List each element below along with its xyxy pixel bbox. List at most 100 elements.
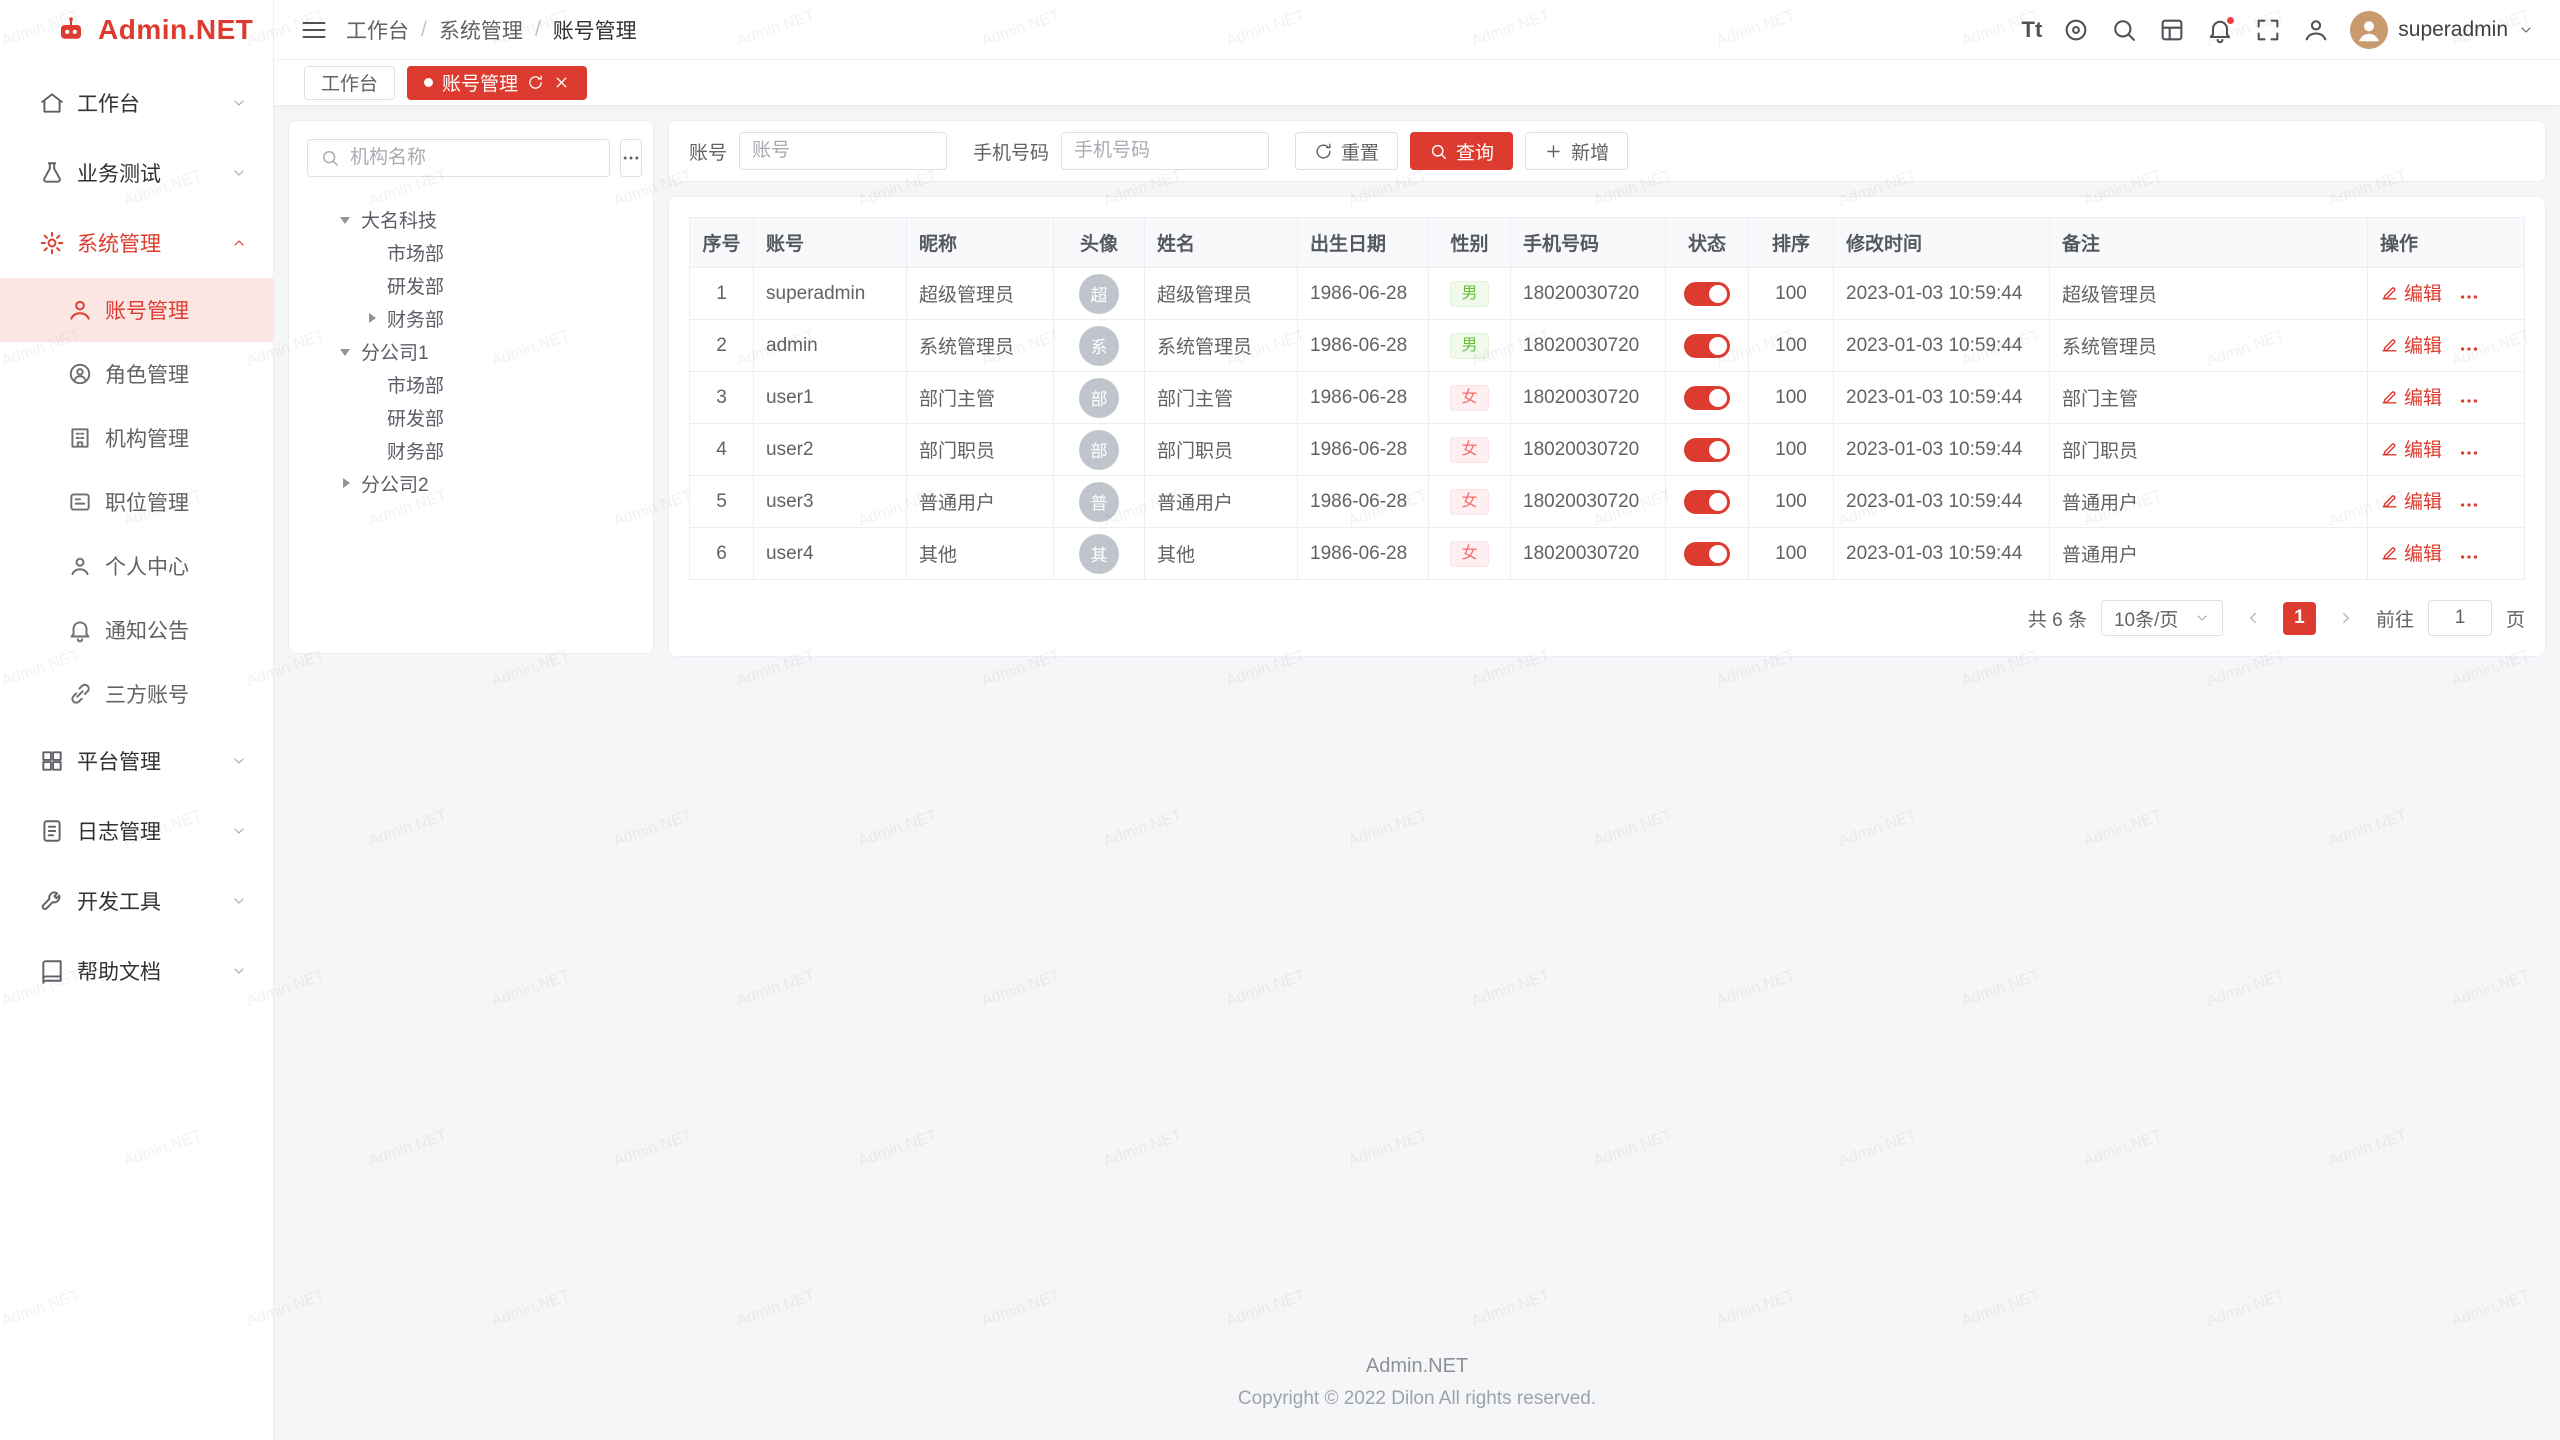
tree-node[interactable]: 分公司1 xyxy=(307,335,635,368)
tab-account-management[interactable]: 账号管理 xyxy=(407,66,587,100)
status-toggle[interactable] xyxy=(1684,542,1730,566)
breadcrumb-item[interactable]: 系统管理 xyxy=(439,15,523,45)
app-logo[interactable]: Admin.NET xyxy=(0,0,273,60)
cell-avatar-wrap: 部 xyxy=(1054,424,1145,476)
sidebar-item-account-management[interactable]: 账号管理 xyxy=(0,278,273,342)
bell-icon[interactable] xyxy=(2206,16,2234,44)
edit-button[interactable]: 编辑 xyxy=(2380,331,2442,358)
fullscreen-icon[interactable] xyxy=(2254,16,2282,44)
tree-node[interactable]: 分公司2 xyxy=(307,467,635,500)
tree-node[interactable]: 研发部 xyxy=(307,401,635,434)
gender-tag: 女 xyxy=(1450,489,1488,515)
status-toggle[interactable] xyxy=(1684,438,1730,462)
tree-node[interactable]: 大名科技 xyxy=(307,203,635,236)
font-size-icon[interactable]: Tt xyxy=(2022,16,2043,44)
cell-index: 3 xyxy=(690,372,754,424)
sidebar-item-personal-center[interactable]: 个人中心 xyxy=(0,534,273,598)
tab-workbench[interactable]: 工作台 xyxy=(304,66,395,100)
theme-icon[interactable] xyxy=(2158,16,2186,44)
test-icon xyxy=(39,160,65,186)
page-number-current[interactable]: 1 xyxy=(2283,602,2316,635)
refresh-icon[interactable] xyxy=(527,74,544,91)
edit-icon xyxy=(2380,543,2399,562)
sidebar-item-business-test[interactable]: 业务测试 xyxy=(0,138,273,208)
edit-label: 编辑 xyxy=(2404,435,2442,462)
column-header: 出生日期 xyxy=(1298,218,1429,268)
table-header-row: 序号账号昵称头像姓名出生日期性别手机号码状态排序修改时间备注操作 xyxy=(690,218,2525,268)
row-more-button[interactable] xyxy=(2458,494,2480,516)
sidebar-item-org-management[interactable]: 机构管理 xyxy=(0,406,273,470)
sidebar-item-workbench[interactable]: 工作台 xyxy=(0,68,273,138)
user-menu[interactable]: superadmin xyxy=(2350,11,2534,49)
more-button[interactable] xyxy=(620,139,642,177)
column-header: 排序 xyxy=(1749,218,1834,268)
username: superadmin xyxy=(2398,18,2508,42)
tree-node[interactable]: 财务部 xyxy=(307,434,635,467)
app-logo-text: Admin.NET xyxy=(98,14,253,46)
sidebar-item-system-management[interactable]: 系统管理 xyxy=(0,208,273,278)
tree-node[interactable]: 市场部 xyxy=(307,368,635,401)
cell-order: 100 xyxy=(1749,372,1834,424)
sidebar-item-help-docs[interactable]: 帮助文档 xyxy=(0,936,273,1006)
cell-avatar-wrap: 普 xyxy=(1054,476,1145,528)
reset-button[interactable]: 重置 xyxy=(1295,132,1398,170)
cell-index: 4 xyxy=(690,424,754,476)
row-more-button[interactable] xyxy=(2458,546,2480,568)
row-more-button[interactable] xyxy=(2458,442,2480,464)
sidebar-item-role-management[interactable]: 角色管理 xyxy=(0,342,273,406)
status-toggle[interactable] xyxy=(1684,386,1730,410)
goto-page-input[interactable] xyxy=(2428,600,2492,636)
org-search-input[interactable] xyxy=(348,146,597,170)
phone-input[interactable] xyxy=(1061,132,1269,170)
sidebar-item-position-management[interactable]: 职位管理 xyxy=(0,470,273,534)
cell-account: user1 xyxy=(754,372,907,424)
cell-avatar-wrap: 其 xyxy=(1054,528,1145,580)
sidebar-item-dev-tools[interactable]: 开发工具 xyxy=(0,866,273,936)
cell-name: 超级管理员 xyxy=(1145,268,1298,320)
row-more-button[interactable] xyxy=(2458,286,2480,308)
account-input[interactable] xyxy=(739,132,947,170)
page-content: 大名科技市场部研发部财务部分公司1市场部研发部财务部分公司2 账号 手机号码 重… xyxy=(274,106,2560,1440)
cell-remark: 系统管理员 xyxy=(2050,320,2368,372)
tree-node[interactable]: 研发部 xyxy=(307,269,635,302)
cell-actions: 编辑 xyxy=(2368,320,2525,372)
search-icon[interactable] xyxy=(2110,16,2138,44)
user-icon[interactable] xyxy=(2302,16,2330,44)
tree-node[interactable]: 财务部 xyxy=(307,302,635,335)
sidebar-item-log-management[interactable]: 日志管理 xyxy=(0,796,273,866)
sidebar-item-notice[interactable]: 通知公告 xyxy=(0,598,273,662)
edit-button[interactable]: 编辑 xyxy=(2380,487,2442,514)
caret-spacer xyxy=(365,279,379,293)
edit-icon xyxy=(2380,335,2399,354)
add-button[interactable]: 新增 xyxy=(1525,132,1628,170)
prev-page-button[interactable] xyxy=(2237,602,2269,634)
next-page-button[interactable] xyxy=(2330,602,2362,634)
cell-modified-time: 2023-01-03 10:59:44 xyxy=(1834,476,2050,528)
status-toggle[interactable] xyxy=(1684,282,1730,306)
table-row: 1superadmin超级管理员超超级管理员1986-06-28男1802003… xyxy=(690,268,2525,320)
hamburger-icon[interactable] xyxy=(300,16,328,44)
sidebar-item-third-party-account[interactable]: 三方账号 xyxy=(0,662,273,726)
search-button[interactable]: 查询 xyxy=(1410,132,1513,170)
tree-node[interactable]: 市场部 xyxy=(307,236,635,269)
pagination: 共 6 条 10条/页 1 前往 页 xyxy=(689,600,2525,636)
sidebar-item-label: 职位管理 xyxy=(105,487,247,517)
status-toggle[interactable] xyxy=(1684,490,1730,514)
edit-button[interactable]: 编辑 xyxy=(2380,539,2442,566)
edit-button[interactable]: 编辑 xyxy=(2380,279,2442,306)
column-header: 备注 xyxy=(2050,218,2368,268)
row-more-button[interactable] xyxy=(2458,390,2480,412)
sidebar-item-label: 工作台 xyxy=(77,88,219,118)
edit-button[interactable]: 编辑 xyxy=(2380,383,2442,410)
page-size-select[interactable]: 10条/页 xyxy=(2101,600,2223,636)
tool-icon xyxy=(39,888,65,914)
status-toggle[interactable] xyxy=(1684,334,1730,358)
caret-spacer xyxy=(365,246,379,260)
row-more-button[interactable] xyxy=(2458,338,2480,360)
edit-button[interactable]: 编辑 xyxy=(2380,435,2442,462)
edit-icon xyxy=(2380,439,2399,458)
breadcrumb-item[interactable]: 工作台 xyxy=(346,15,409,45)
sidebar-item-platform-management[interactable]: 平台管理 xyxy=(0,726,273,796)
target-icon[interactable] xyxy=(2062,16,2090,44)
close-icon[interactable] xyxy=(553,74,570,91)
